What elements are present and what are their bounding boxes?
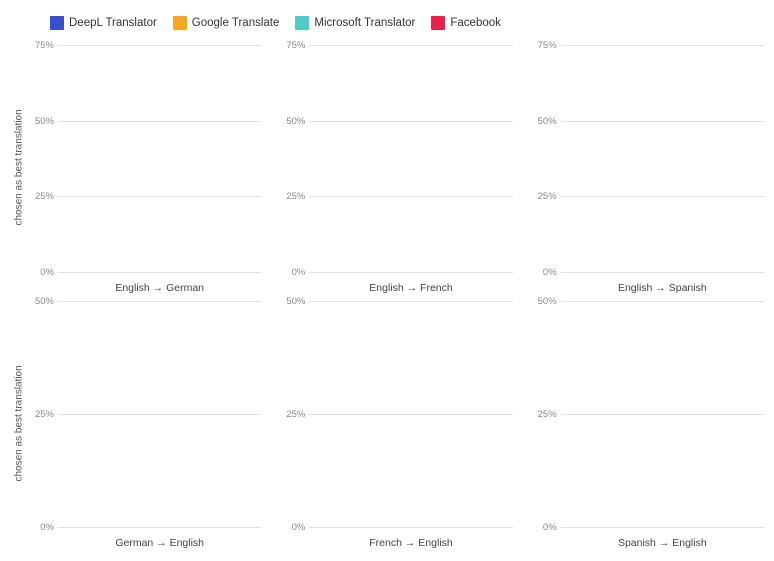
grid-line-label: 50% [28,296,58,307]
grid-line-label: 75% [279,40,309,51]
chart-cell-r0-c0: chosen as best translation 75% 50% 25% 0… [10,40,261,296]
grid-line-label: 0% [28,267,58,278]
x-axis-label: English → German [28,278,261,296]
grid-line-label: 0% [531,267,561,278]
grid-line-label: 25% [531,191,561,202]
charts-grid: chosen as best translation 75% 50% 25% 0… [10,40,764,551]
chart-area: 75% 50% 25% 0% English → French [279,40,512,296]
chart-cell-r1-c1: chosen as best translation 50% 25% 0% Fr… [261,296,512,552]
chart-area: 50% 25% 0% French → English [279,296,512,552]
bars-area [309,296,512,534]
bars-area [561,40,764,278]
legend-label-deepl: DeepL Translator [69,17,157,29]
bars-area [58,40,261,278]
chart-area: 50% 25% 0% Spanish → English [531,296,764,552]
x-axis-label: English → Spanish [531,278,764,296]
legend-swatch-google [173,16,187,30]
chart-cell-r1-c0: chosen as best translation 50% 25% 0% Ge… [10,296,261,552]
x-axis-label: Spanish → English [531,533,764,551]
grid-line-label: 0% [28,522,58,533]
legend-item-deepl: DeepL Translator [50,16,157,30]
grid-line-label: 50% [28,116,58,127]
chart-area: 50% 25% 0% German → English [28,296,261,552]
chart-cell-r0-c2: chosen as best translation 75% 50% 25% 0… [513,40,764,296]
x-axis-label: English → French [279,278,512,296]
grid-line-label: 0% [531,522,561,533]
legend-item-microsoft: Microsoft Translator [295,16,415,30]
chart-container: DeepL Translator Google Translate Micros… [0,0,774,561]
grid-line-label: 50% [279,116,309,127]
y-axis-label: chosen as best translation [10,296,28,552]
legend-swatch-microsoft [295,16,309,30]
chart-cell-r1-c2: chosen as best translation 50% 25% 0% Sp… [513,296,764,552]
grid-line-label: 25% [28,191,58,202]
grid-line-label: 0% [279,267,309,278]
bars-wrapper: 50% 25% 0% [28,296,261,534]
grid-line-label: 25% [28,409,58,420]
bars-area [561,296,764,534]
legend-label-microsoft: Microsoft Translator [314,17,415,29]
grid-line-label: 50% [279,296,309,307]
bars-wrapper: 75% 50% 25% 0% [531,40,764,278]
bars-wrapper: 50% 25% 0% [279,296,512,534]
legend-item-google: Google Translate [173,16,280,30]
bars-area [309,40,512,278]
y-axis-label: chosen as best translation [10,40,28,296]
chart-area: 75% 50% 25% 0% English → Spanish [531,40,764,296]
bars-area [58,296,261,534]
legend-swatch-facebook [431,16,445,30]
x-axis-label: German → English [28,533,261,551]
grid-line-label: 25% [279,409,309,420]
legend-label-facebook: Facebook [450,17,501,29]
grid-line-label: 50% [531,296,561,307]
grid-line-label: 25% [279,191,309,202]
grid-line-label: 50% [531,116,561,127]
chart-cell-r0-c1: chosen as best translation 75% 50% 25% 0… [261,40,512,296]
x-axis-label: French → English [279,533,512,551]
grid-line-label: 75% [28,40,58,51]
grid-line-label: 75% [531,40,561,51]
legend: DeepL Translator Google Translate Micros… [10,10,764,40]
legend-swatch-deepl [50,16,64,30]
grid-line-label: 0% [279,522,309,533]
grid-line-label: 25% [531,409,561,420]
chart-area: 75% 50% 25% 0% English → German [28,40,261,296]
bars-wrapper: 75% 50% 25% 0% [28,40,261,278]
bars-wrapper: 50% 25% 0% [531,296,764,534]
legend-item-facebook: Facebook [431,16,501,30]
legend-label-google: Google Translate [192,17,280,29]
bars-wrapper: 75% 50% 25% 0% [279,40,512,278]
